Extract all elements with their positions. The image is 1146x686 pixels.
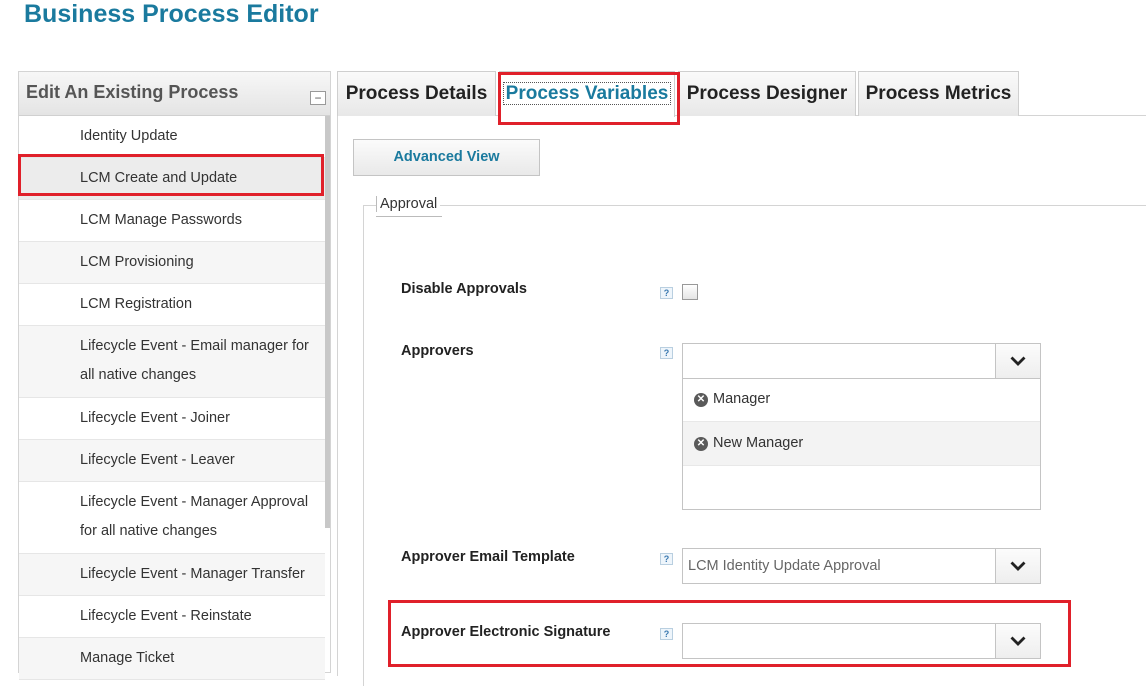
list-item[interactable]: LCM Manage Passwords — [19, 200, 325, 242]
help-icon[interactable]: ? — [660, 287, 673, 299]
list-item[interactable]: Lifecycle Event - Reinstate — [19, 596, 325, 638]
content-border — [337, 116, 338, 676]
tab-label: Process Variables — [502, 82, 672, 105]
selected-approver: ✕ Manager — [683, 378, 1040, 422]
disable-approvals-checkbox[interactable] — [682, 284, 698, 300]
collapse-button[interactable]: − — [310, 91, 326, 105]
list-item-label: LCM Manage Passwords — [80, 212, 242, 228]
list-item[interactable]: Lifecycle Event - Manager Approval for a… — [19, 482, 325, 554]
list-item-label: Lifecycle Event - Manager Approval for a… — [80, 494, 309, 539]
remove-circle-icon[interactable]: ✕ — [694, 437, 708, 451]
approver-electronic-signature-dropdown-button[interactable] — [995, 624, 1040, 658]
selected-approver-label: Manager — [713, 391, 771, 407]
scrollbar[interactable] — [325, 116, 330, 528]
selected-approver: ✕ New Manager — [683, 422, 1040, 466]
list-item-label: LCM Create and Update — [80, 170, 238, 186]
tab-label: Process Details — [345, 83, 488, 104]
list-item[interactable]: Identity Update — [19, 116, 325, 158]
tab-process-details[interactable]: Process Details — [337, 71, 496, 116]
list-item[interactable]: LCM Registration — [19, 284, 325, 326]
list-item[interactable]: Lifecycle Event - Manager Transfer — [19, 554, 325, 596]
list-item[interactable]: LCM Provisioning — [19, 242, 325, 284]
tab-label: Process Metrics — [865, 83, 1012, 104]
process-list-panel: Edit An Existing Process − Identity Upda… — [18, 71, 331, 680]
approver-email-template-dropdown-button[interactable] — [995, 549, 1040, 583]
list-item-label: Manage Ticket — [80, 650, 175, 666]
list-item[interactable]: Lifecycle Event - Email manager for all … — [19, 326, 325, 398]
approver-electronic-signature-label: Approver Electronic Signature — [401, 624, 611, 640]
tab-label: Process Designer — [686, 83, 848, 104]
list-item-label: Lifecycle Event - Email manager for all … — [80, 338, 309, 383]
help-icon[interactable]: ? — [660, 347, 673, 359]
disable-approvals-label: Disable Approvals — [401, 281, 527, 297]
list-item-label: LCM Registration — [80, 296, 193, 312]
tab-process-variables[interactable]: Process Variables — [499, 71, 675, 117]
approver-email-template-label: Approver Email Template — [401, 549, 575, 565]
approvers-label: Approvers — [401, 343, 474, 359]
approver-email-template-value: LCM Identity Update Approval — [688, 558, 881, 574]
chevron-down-icon — [1010, 356, 1026, 366]
help-icon[interactable]: ? — [660, 553, 673, 565]
list-item-label: Lifecycle Event - Joiner — [80, 410, 230, 426]
list-item-label: LCM Provisioning — [80, 254, 194, 270]
list-item-selected[interactable]: LCM Create and Update — [19, 158, 325, 200]
list-item[interactable]: Lifecycle Event - Leaver — [19, 440, 325, 482]
panel-heading: Edit An Existing Process — [26, 82, 239, 102]
remove-circle-icon[interactable]: ✕ — [694, 393, 708, 407]
approvers-dropdown-button[interactable] — [995, 344, 1040, 378]
list-item-label: Lifecycle Event - Manager Transfer — [80, 566, 305, 582]
list-item-label: Lifecycle Event - Reinstate — [80, 608, 252, 624]
list-item-label: Identity Update — [80, 128, 178, 144]
tab-process-designer[interactable]: Process Designer — [678, 71, 856, 116]
approvers-selected-list: ✕ Manager ✕ New Manager — [682, 378, 1041, 510]
list-item-label: Lifecycle Event - Leaver — [80, 452, 235, 468]
approvers-select[interactable] — [682, 343, 1041, 379]
panel-header: Edit An Existing Process − — [19, 72, 330, 116]
approver-electronic-signature-select[interactable] — [682, 623, 1041, 659]
list-item[interactable]: Lifecycle Event - Joiner — [19, 398, 325, 440]
advanced-view-button[interactable]: Advanced View — [353, 139, 540, 176]
list-item[interactable]: Manage Ticket — [19, 638, 325, 680]
legend-underline — [376, 216, 442, 217]
process-list: Identity Update LCM Create and Update LC… — [19, 116, 325, 680]
chevron-down-icon — [1010, 561, 1026, 571]
page-title: Business Process Editor — [24, 0, 319, 28]
selected-approver-label: New Manager — [713, 435, 804, 451]
help-icon[interactable]: ? — [660, 628, 673, 640]
tab-process-metrics[interactable]: Process Metrics — [858, 71, 1019, 116]
chevron-down-icon — [1010, 636, 1026, 646]
fieldset-legend: Approval — [376, 196, 441, 212]
approver-email-template-select[interactable]: LCM Identity Update Approval — [682, 548, 1041, 584]
